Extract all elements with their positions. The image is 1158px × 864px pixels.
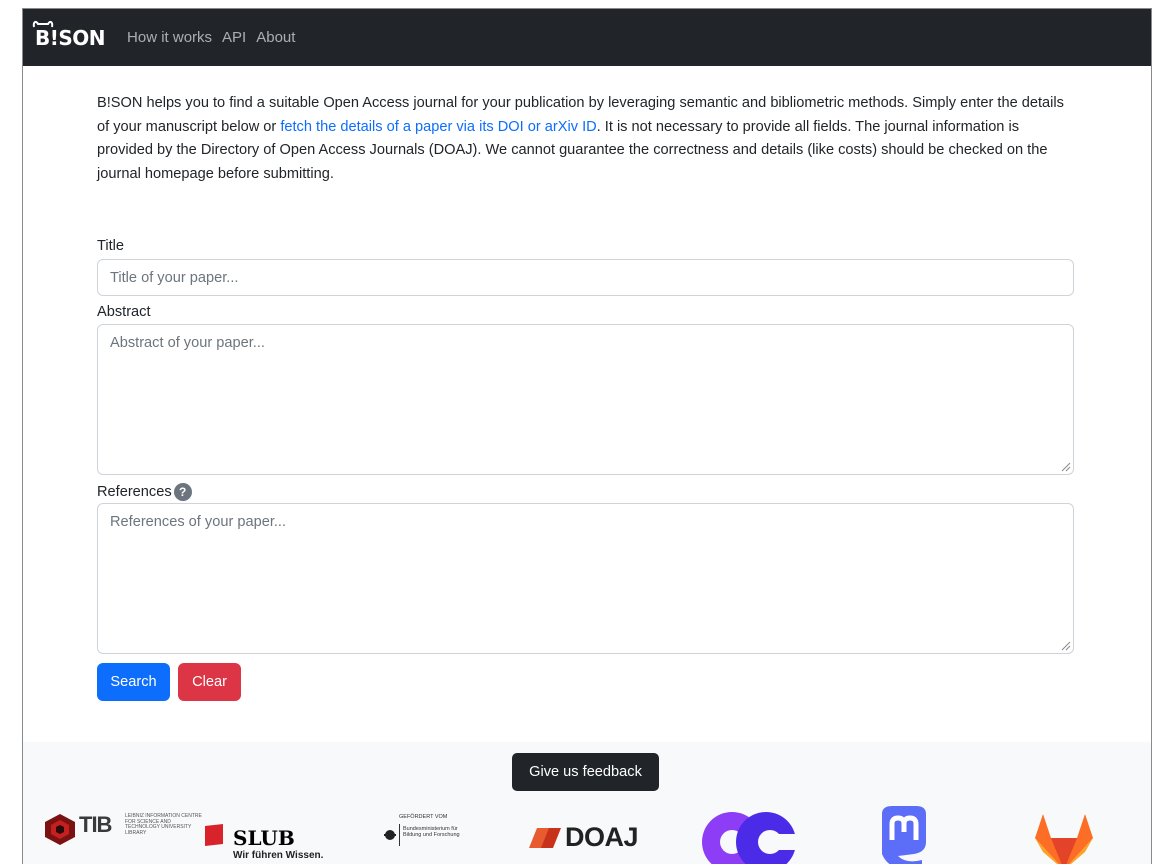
slub-logo-subtitle: Wir führen Wissen. [233,850,324,861]
bmbf-divider [399,824,400,846]
slub-logo-text: SLUB [233,826,295,850]
doaj-logo-text: DOAJ [565,822,639,852]
eagle-icon [384,830,396,840]
bison-horns-icon [32,20,54,27]
nav-how-it-works[interactable]: How it works [127,29,212,46]
feedback-button[interactable]: Give us feedback [512,753,659,791]
slub-logo[interactable]: SLUB Wir führen Wissen. [203,822,353,862]
search-button[interactable]: Search [97,663,170,701]
references-resize-handle[interactable] [1059,639,1071,651]
slub-book-icon [205,824,223,846]
references-textarea[interactable] [97,503,1074,654]
title-input[interactable] [97,259,1074,296]
nav-about[interactable]: About [256,29,295,46]
abstract-textarea[interactable] [97,324,1074,475]
intro-text: B!SON helps you to find a suitable Open … [97,92,1077,186]
tib-cube-icon [45,814,75,845]
tib-logo-text: TIB [79,812,112,837]
bmbf-logo[interactable]: GEFÖRDERT VOM Bundesministerium für Bild… [383,814,483,854]
gitlab-logo[interactable] [1033,812,1095,864]
opencitations-logo[interactable] [700,804,796,864]
abstract-label: Abstract [97,304,151,320]
clear-button[interactable]: Clear [178,663,241,701]
tib-logo[interactable]: TIB LEIBNIZ INFORMATION CENTRE FOR SCIEN… [43,810,213,850]
doaj-logo[interactable]: DOAJ [529,820,659,860]
browser-frame: B!SON How it works API About B!SON helps… [22,8,1152,864]
brand-text: B!SON [35,25,106,50]
fetch-doi-link[interactable]: fetch the details of a paper via its DOI… [280,119,596,135]
abstract-resize-handle[interactable] [1059,460,1071,472]
title-label: Title [97,238,125,254]
footer: Give us feedback TIB LEIBNIZ INFORMATION… [23,742,1151,864]
nav-api[interactable]: API [222,29,246,46]
help-icon[interactable]: ? [173,483,192,501]
bmbf-top-text: GEFÖRDERT VOM [399,814,448,820]
references-label-row: References ? [97,483,192,501]
navbar: B!SON How it works API About [23,9,1151,66]
tib-logo-subtitle: LEIBNIZ INFORMATION CENTRE FOR SCIENCE A… [125,813,202,836]
mastodon-logo[interactable] [876,804,932,864]
bmbf-text: Bundesministerium für Bildung und Forsch… [403,826,460,838]
doaj-mark-icon [529,828,561,848]
references-label: References [97,484,172,500]
brand-logo[interactable]: B!SON [32,20,106,50]
